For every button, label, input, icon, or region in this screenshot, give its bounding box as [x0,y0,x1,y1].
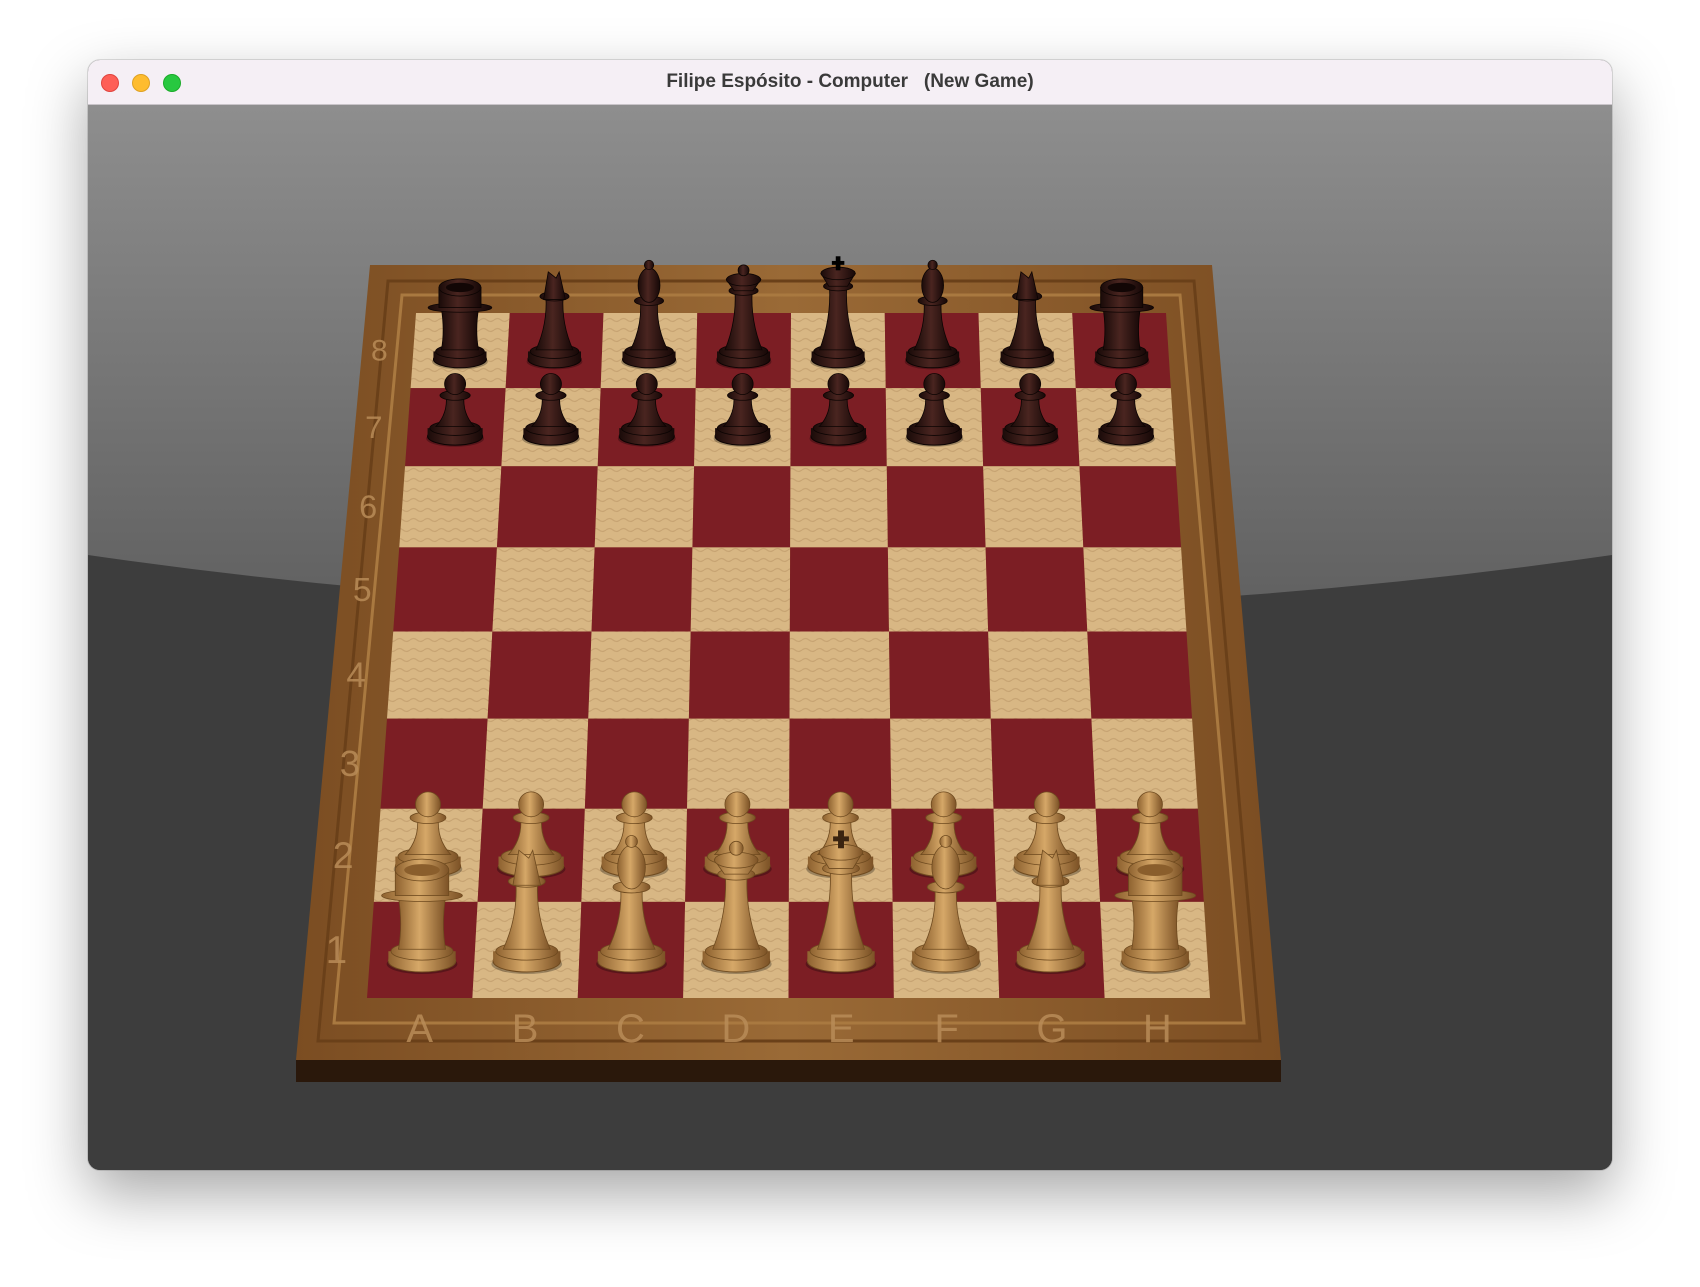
rank-label-7: 7 [365,410,382,445]
square-h5[interactable] [1083,547,1187,632]
board-svg[interactable]: 1 2 3 4 5 6 7 8 A B C D E F G H [88,105,1612,1170]
file-label-g: G [1036,1007,1067,1051]
rank-label-3: 3 [340,743,360,784]
rank-label-6: 6 [359,489,377,525]
square-c4[interactable] [588,631,691,719]
file-label-h: H [1143,1007,1172,1051]
file-label-d: D [721,1007,750,1051]
square-c5[interactable] [591,547,693,632]
chessboard-squares[interactable] [367,313,1210,998]
square-a4[interactable] [386,631,493,719]
board-scene[interactable]: 1 2 3 4 5 6 7 8 A B C D E F G H [88,105,1612,1170]
rank-label-5: 5 [353,571,372,609]
title-bar: Filipe Espósito - Computer (New Game) [88,60,1612,105]
square-f6[interactable] [886,466,986,548]
square-b6[interactable] [496,466,598,548]
square-e6[interactable] [790,466,888,548]
window-title: Filipe Espósito - Computer (New Game) [666,71,1034,92]
file-label-c: C [616,1007,645,1051]
square-b4[interactable] [487,631,592,719]
rank-label-1: 1 [326,929,348,972]
square-f4[interactable] [888,631,991,719]
board-frame-side [296,1060,1281,1082]
file-label-a: A [406,1007,433,1051]
file-label-f: F [934,1007,958,1051]
square-d5[interactable] [690,547,791,632]
chess-window: Filipe Espósito - Computer (New Game) 1 … [88,60,1612,1170]
rank-label-8: 8 [371,335,388,368]
square-h6[interactable] [1079,466,1182,548]
file-label-e: E [828,1007,855,1051]
square-e4[interactable] [789,631,891,719]
square-a6[interactable] [399,466,502,548]
square-c6[interactable] [594,466,695,548]
square-f5[interactable] [887,547,989,632]
square-a5[interactable] [393,547,497,632]
square-b5[interactable] [492,547,595,632]
rank-label-2: 2 [333,834,354,876]
rank-label-4: 4 [346,656,365,695]
square-g5[interactable] [985,547,1088,632]
square-h4[interactable] [1087,631,1193,719]
square-g4[interactable] [988,631,1092,719]
square-e5[interactable] [789,547,889,632]
file-label-b: B [512,1007,539,1051]
square-d4[interactable] [688,631,790,719]
square-g6[interactable] [983,466,1084,548]
square-d6[interactable] [692,466,791,548]
